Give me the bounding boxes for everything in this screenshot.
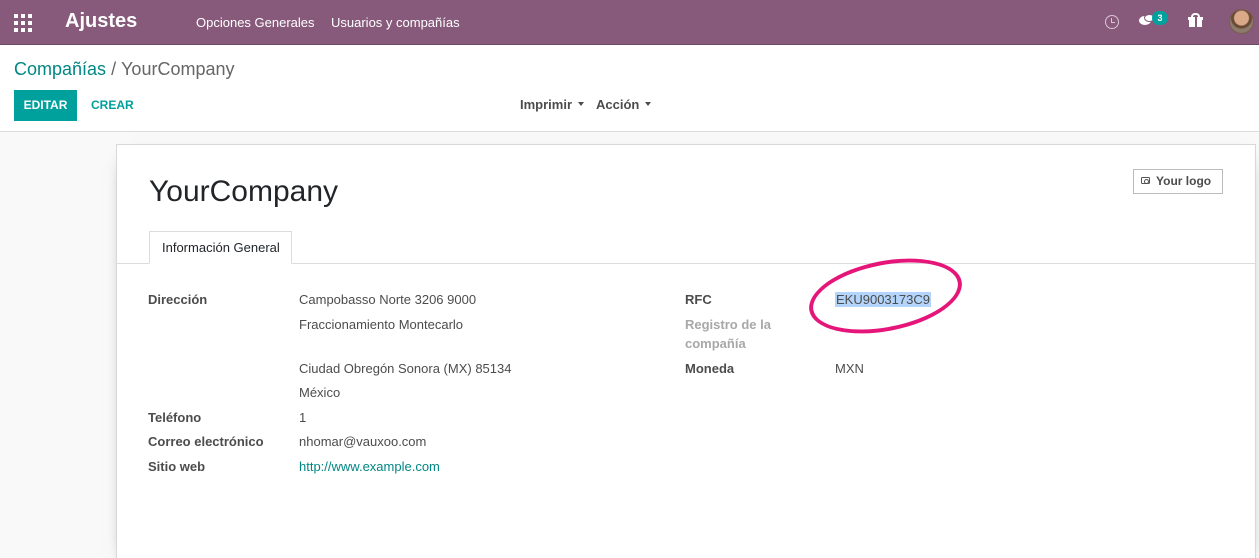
create-button[interactable]: CREAR — [91, 90, 134, 121]
control-panel: Compañías / YourCompany EDITAR CREAR Impri… — [0, 45, 1259, 132]
activity-clock-icon[interactable] — [1105, 15, 1119, 29]
app-title: Ajustes — [65, 10, 138, 32]
menu-usuarios-companias[interactable]: Usuarios y compañías — [331, 15, 460, 30]
company-name-title: YourCompany — [149, 175, 339, 208]
email-label: Correo electrónico — [148, 434, 264, 449]
address-line-2: Fraccionamiento Montecarlo — [299, 317, 464, 332]
breadcrumb-separator: / — [111, 59, 117, 79]
currency-value: MXN — [835, 361, 864, 376]
rfc-label: RFC — [685, 292, 712, 307]
company-registry-label-line1: Registro de la — [685, 317, 771, 332]
your-logo-button[interactable]: Your logo — [1133, 169, 1223, 194]
user-avatar[interactable] — [1229, 9, 1254, 34]
apps-grid-icon[interactable] — [14, 14, 32, 32]
breadcrumb-companies-link[interactable]: Compañías — [14, 59, 106, 79]
website-link[interactable]: http://www.example.com — [299, 459, 440, 474]
company-registry-label: Registro de la compañía — [685, 315, 771, 353]
address-line-4: México — [299, 385, 341, 400]
camera-icon — [1141, 177, 1150, 184]
menu-opciones-generales[interactable]: Opciones Generales — [196, 15, 315, 30]
your-logo-label: Your logo — [1156, 174, 1212, 188]
edit-button[interactable]: EDITAR — [14, 90, 77, 121]
breadcrumb-current: YourCompany — [121, 59, 235, 79]
breadcrumb: Compañías / YourCompany — [14, 59, 234, 80]
currency-label: Moneda — [685, 361, 735, 376]
address-line-3: Ciudad Obregón Sonora (MX) 85134 — [299, 361, 512, 376]
action-dropdown[interactable]: Acción — [596, 97, 652, 112]
phone-value: 1 — [299, 410, 307, 425]
rfc-value-text: EKU9003173C9 — [835, 292, 931, 307]
email-value[interactable]: nhomar@vauxoo.com — [299, 434, 426, 449]
caret-down-icon — [645, 101, 652, 106]
rfc-value: EKU9003173C9 — [835, 292, 931, 307]
caret-down-icon — [578, 101, 585, 106]
top-navbar: Ajustes Opciones Generales Usuarios y co… — [0, 0, 1259, 45]
address-label: Dirección — [148, 292, 208, 307]
print-dropdown[interactable]: Imprimir — [520, 97, 585, 112]
company-registry-label-line2: compañía — [685, 336, 746, 351]
address-line-1: Campobasso Norte 3206 9000 — [299, 292, 477, 307]
phone-label: Teléfono — [148, 410, 202, 425]
website-label: Sitio web — [148, 459, 206, 474]
action-dropdown-label: Acción — [596, 97, 640, 112]
print-dropdown-label: Imprimir — [520, 97, 573, 112]
messages-count-badge: 3 — [1152, 11, 1168, 25]
gift-icon[interactable] — [1188, 13, 1203, 27]
tab-informacion-general[interactable]: Información General — [149, 231, 292, 264]
